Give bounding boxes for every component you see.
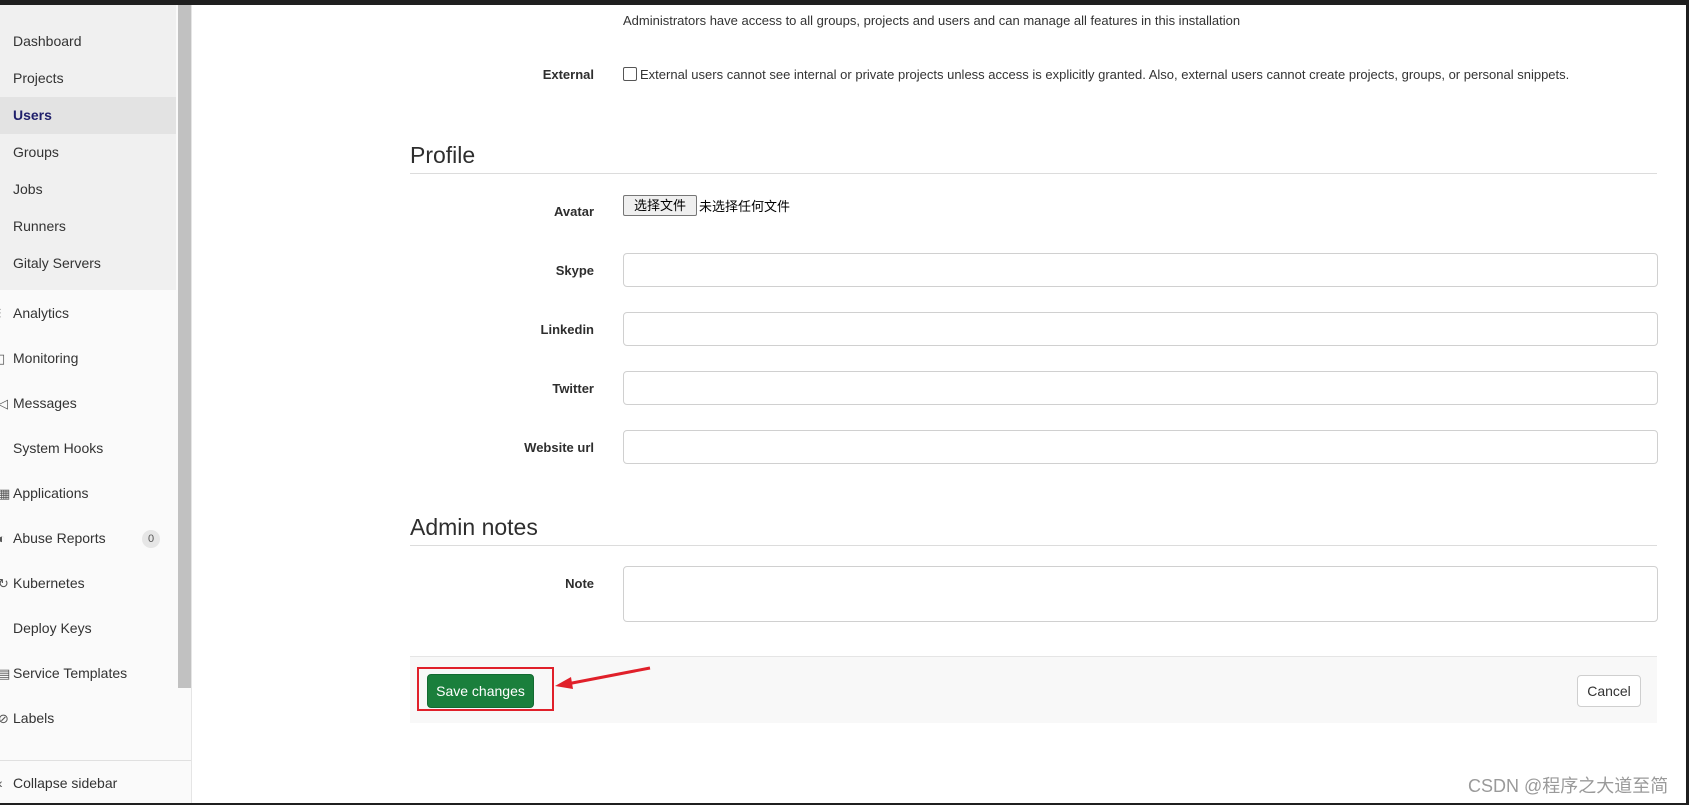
sidebar-item-groups[interactable]: Groups (0, 134, 176, 171)
admin-access-description: Administrators have access to all groups… (623, 13, 1241, 28)
choose-file-button[interactable]: 选择文件 (623, 195, 697, 216)
sidebar-item-label: Deploy Keys (13, 620, 92, 636)
sidebar-item-label: System Hooks (13, 440, 104, 456)
sidebar-item-label: Analytics (13, 305, 70, 321)
sidebar-item-label: Abuse Reports (13, 530, 106, 546)
sidebar-item-label: Service Templates (13, 665, 128, 681)
sidebar-item-label: Gitaly Servers (13, 255, 101, 271)
sidebar-item-kubernetes[interactable]: ↻ Kubernetes (0, 565, 176, 602)
sidebar-item-dashboard[interactable]: Dashboard (0, 23, 176, 60)
monitoring-icon: ▯ (0, 351, 6, 366)
messages-icon: ◁ (0, 396, 8, 411)
admin-overview-subnav: Dashboard Projects Users Groups Jobs Run… (0, 0, 176, 290)
sidebar-item-label: Messages (13, 395, 77, 411)
window-top-border (0, 0, 1689, 5)
kubernetes-icon: ↻ (0, 576, 9, 591)
collapse-sidebar-label: Collapse sidebar (13, 775, 118, 791)
sidebar-item-label: Labels (13, 710, 55, 726)
skype-label: Skype (555, 263, 594, 278)
watermark: CSDN @程序之大道至简 (1468, 776, 1669, 796)
linkedin-input[interactable] (623, 312, 1658, 346)
note-textarea[interactable] (623, 566, 1658, 622)
sidebar-item-label: Applications (13, 485, 89, 501)
sidebar-item-projects[interactable]: Projects (0, 60, 176, 97)
sidebar-item-gitaly-servers[interactable]: Gitaly Servers (0, 245, 176, 282)
admin-notes-divider (410, 545, 1657, 546)
profile-section-title: Profile (410, 142, 476, 168)
template-icon: ▤ (0, 666, 11, 681)
sidebar-item-label: Kubernetes (13, 575, 85, 591)
external-description: External users cannot see internal or pr… (640, 67, 1570, 82)
abuse-icon: ◐ (0, 531, 6, 546)
file-status-text: 未选择任何文件 (699, 199, 791, 214)
sidebar-item-label: Users (13, 107, 52, 123)
note-label: Note (565, 576, 594, 591)
count-badge: 0 (142, 530, 160, 548)
sidebar-item-labels[interactable]: ⊘ Labels (0, 700, 176, 737)
sidebar-item-label: Groups (13, 144, 59, 160)
sidebar-item-label: Monitoring (13, 350, 79, 366)
collapse-sidebar-button[interactable]: ‹ Collapse sidebar (0, 760, 191, 805)
sidebar-item-label: Jobs (13, 181, 43, 197)
highlight-box (417, 667, 554, 711)
external-checkbox[interactable] (623, 67, 637, 81)
twitter-label: Twitter (552, 381, 594, 396)
external-label: External (542, 67, 594, 82)
sidebar-item-system-hooks[interactable]: System Hooks (0, 430, 176, 467)
sidebar: Dashboard Projects Users Groups Jobs Run… (0, 0, 192, 805)
sidebar-item-abuse-reports[interactable]: ◐ Abuse Reports 0 (0, 520, 176, 557)
twitter-input[interactable] (623, 371, 1658, 405)
annotation-arrow-icon (555, 666, 651, 689)
applications-icon: ▦ (0, 486, 11, 501)
profile-divider (410, 173, 1657, 174)
website-url-label: Website url (524, 440, 594, 455)
label-icon: ⊘ (0, 711, 9, 726)
sidebar-item-service-templates[interactable]: ▤ Service Templates (0, 655, 176, 692)
sidebar-item-label: Runners (13, 218, 66, 234)
website-url-input[interactable] (623, 430, 1658, 464)
sidebar-item-monitoring[interactable]: ▯ Monitoring (0, 340, 176, 377)
admin-notes-section-title: Admin notes (410, 514, 538, 540)
collapse-icon: ‹ (0, 761, 3, 805)
skype-input[interactable] (623, 253, 1658, 287)
linkedin-label: Linkedin (540, 322, 594, 337)
sidebar-item-deploy-keys[interactable]: Deploy Keys (0, 610, 176, 647)
sidebar-item-messages[interactable]: ◁ Messages (0, 385, 176, 422)
sidebar-item-jobs[interactable]: Jobs (0, 171, 176, 208)
analytics-icon: ⫶ (0, 295, 1, 332)
sidebar-item-label: Dashboard (13, 33, 82, 49)
sidebar-item-users[interactable]: Users (0, 97, 176, 134)
sidebar-item-analytics[interactable]: ⫶ Analytics (0, 295, 176, 332)
cancel-button[interactable]: Cancel (1577, 675, 1641, 707)
sidebar-item-runners[interactable]: Runners (0, 208, 176, 245)
sidebar-scrollbar[interactable] (178, 0, 191, 688)
avatar-label: Avatar (554, 204, 594, 219)
sidebar-item-applications[interactable]: ▦ Applications (0, 475, 176, 512)
sidebar-item-label: Projects (13, 70, 64, 86)
